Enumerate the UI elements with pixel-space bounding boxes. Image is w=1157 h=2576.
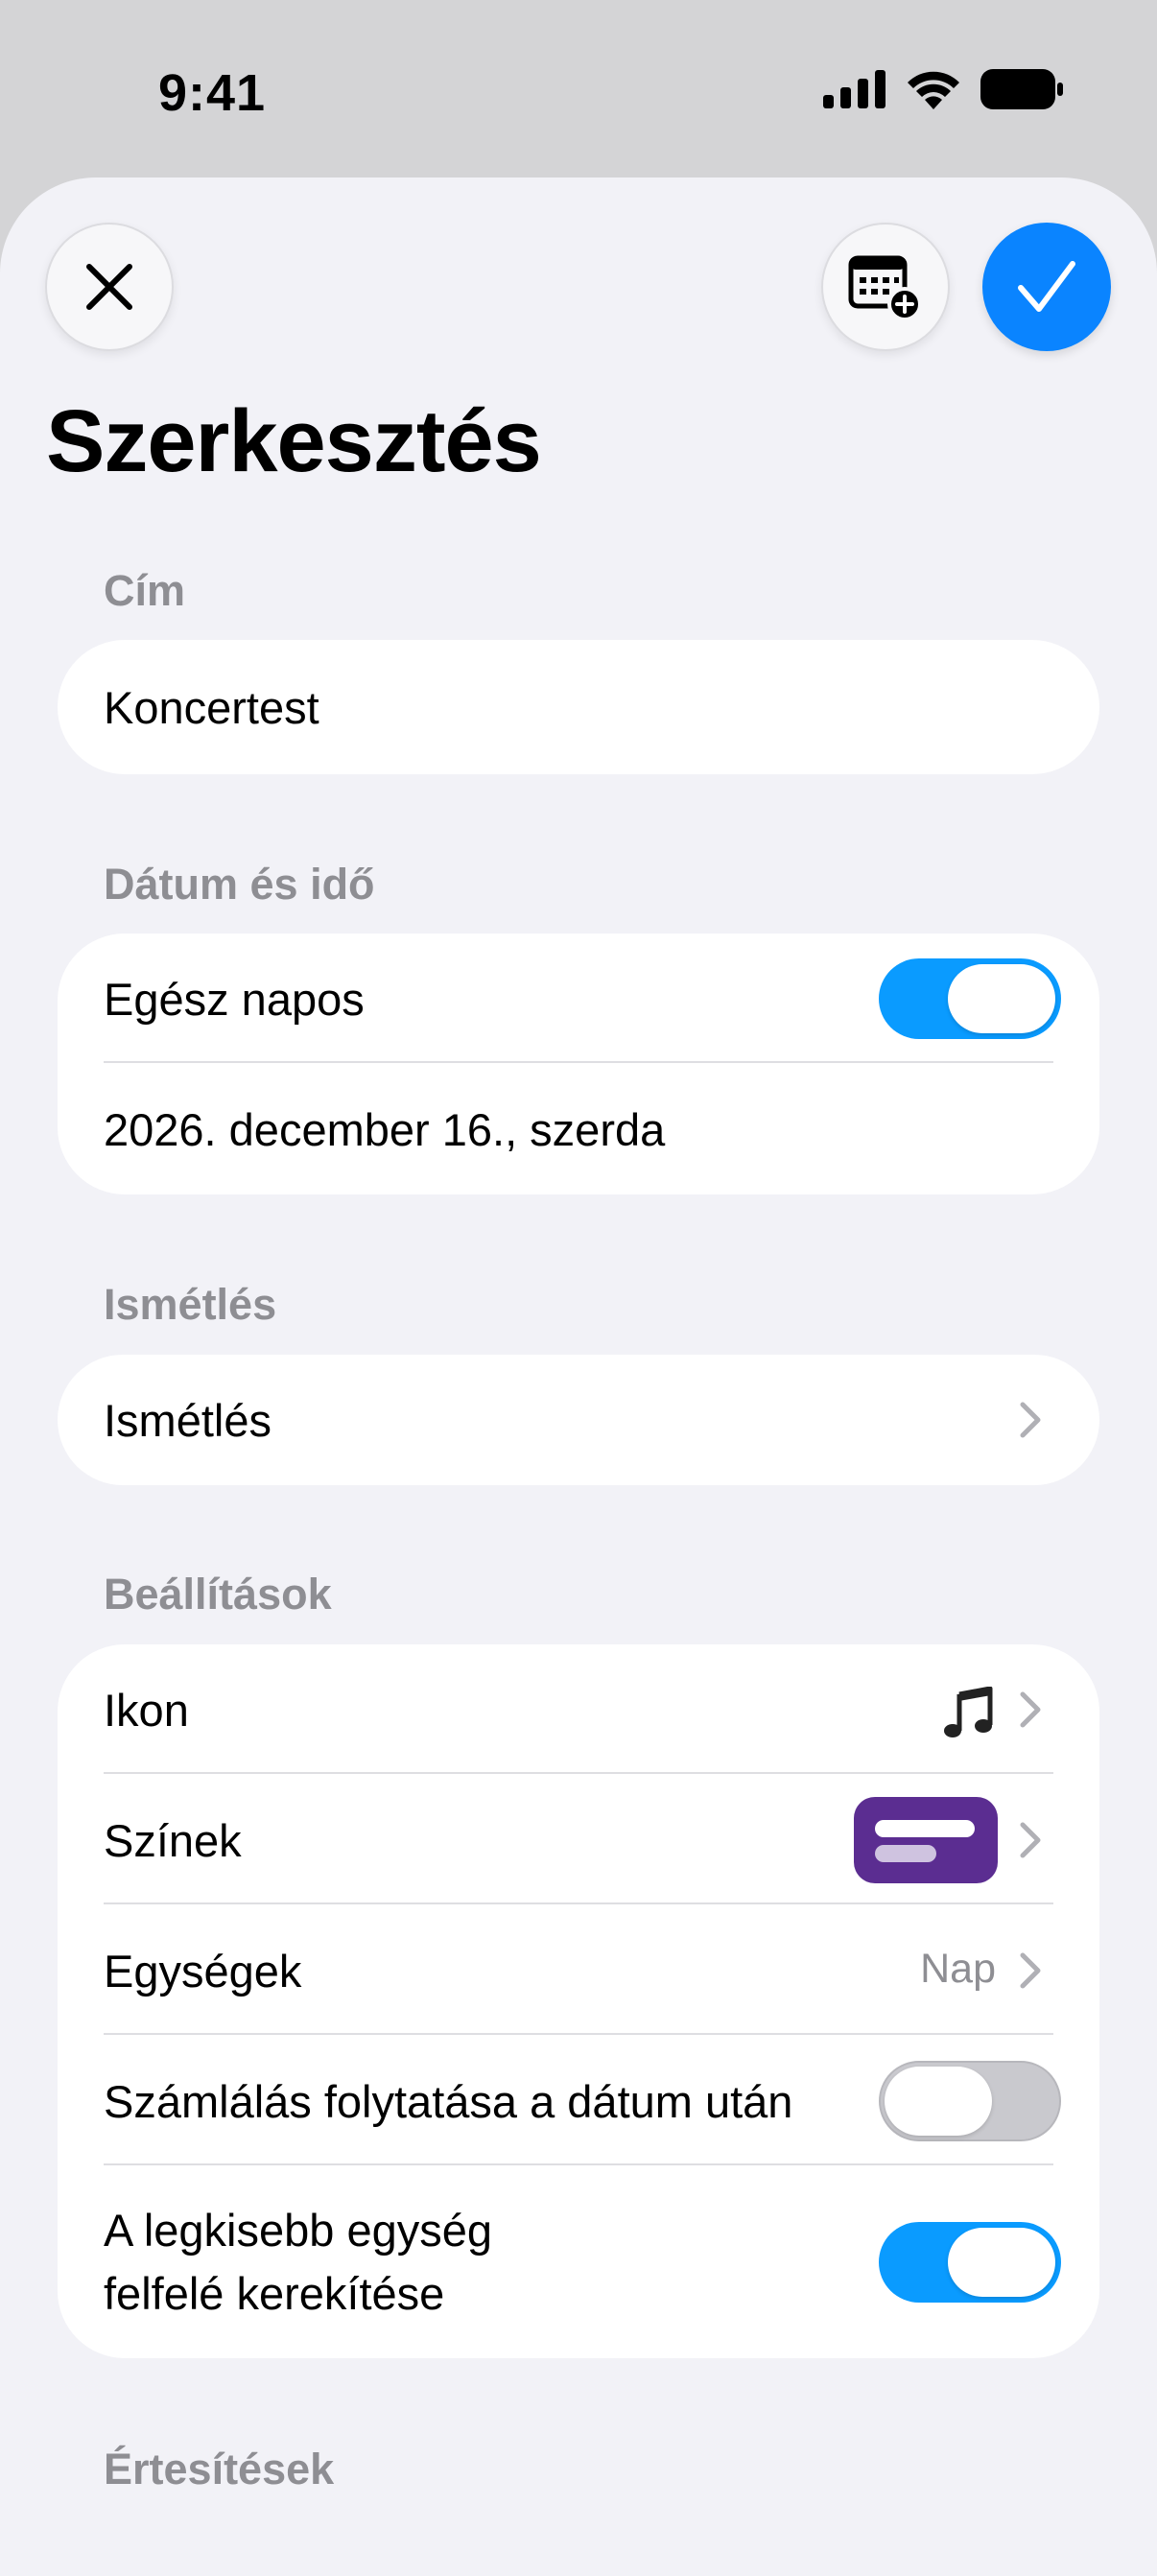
color-swatch	[854, 1797, 998, 1883]
all-day-row: Egész napos	[58, 934, 1099, 1064]
divider	[104, 1902, 1053, 1904]
date-value[interactable]: 2026. december 16., szerda	[104, 1103, 1061, 1156]
repeat-row[interactable]: Ismétlés	[58, 1355, 1099, 1485]
repeat-row-inner[interactable]: Ismétlés	[58, 1355, 1099, 1485]
close-icon	[86, 264, 132, 310]
icon-label: Ikon	[104, 1684, 189, 1736]
divider	[104, 1772, 1053, 1774]
status-icons	[823, 69, 1063, 109]
datetime-group: Egész napos 2026. december 16., szerda	[58, 934, 1099, 1194]
continue-counting-toggle[interactable]	[879, 2061, 1061, 2141]
title-field-row[interactable]: Koncertest	[58, 640, 1099, 774]
section-label-repeat: Ismétlés	[104, 1280, 277, 1329]
calendar-add-icon	[848, 255, 922, 321]
chevron-right-icon	[1020, 1822, 1041, 1858]
all-day-toggle[interactable]	[879, 958, 1061, 1039]
date-row[interactable]: 2026. december 16., szerda	[58, 1064, 1099, 1194]
continue-counting-row: Számlálás folytatása a dátum után	[58, 2036, 1099, 2166]
done-button[interactable]	[982, 223, 1111, 351]
chevron-right-icon	[1020, 1952, 1041, 1989]
divider	[104, 2163, 1053, 2165]
cellular-signal-icon	[823, 70, 885, 108]
round-up-row: A legkisebb egység felfelé kerekítése	[58, 2166, 1099, 2358]
section-label-notifications: Értesítések	[104, 2445, 335, 2493]
divider	[104, 1061, 1053, 1063]
repeat-label: Ismétlés	[104, 1394, 272, 1446]
settings-group: Ikon Színek Egységek Nap Számlálás folyt…	[58, 1644, 1099, 2358]
add-to-calendar-button[interactable]	[821, 223, 950, 351]
chevron-right-icon	[1020, 1402, 1041, 1438]
page-title: Szerkesztés	[46, 392, 542, 490]
chevron-right-icon	[1020, 1691, 1041, 1728]
title-value[interactable]: Koncertest	[104, 681, 1061, 734]
close-button[interactable]	[45, 223, 174, 351]
checkmark-icon	[1018, 261, 1075, 312]
units-label: Egységek	[104, 1945, 302, 1997]
battery-icon	[980, 69, 1063, 109]
status-time: 9:41	[158, 64, 267, 122]
status-bar: 9:41	[0, 0, 1157, 182]
section-label-title: Cím	[104, 566, 186, 615]
wifi-icon	[908, 71, 959, 109]
title-field[interactable]: Koncertest	[58, 640, 1099, 774]
units-value: Nap	[920, 1946, 996, 1992]
music-note-icon	[944, 1687, 993, 1737]
section-label-settings: Beállítások	[104, 1570, 332, 1619]
section-label-datetime: Dátum és idő	[104, 860, 375, 909]
round-up-toggle[interactable]	[879, 2222, 1061, 2303]
divider	[104, 2033, 1053, 2035]
